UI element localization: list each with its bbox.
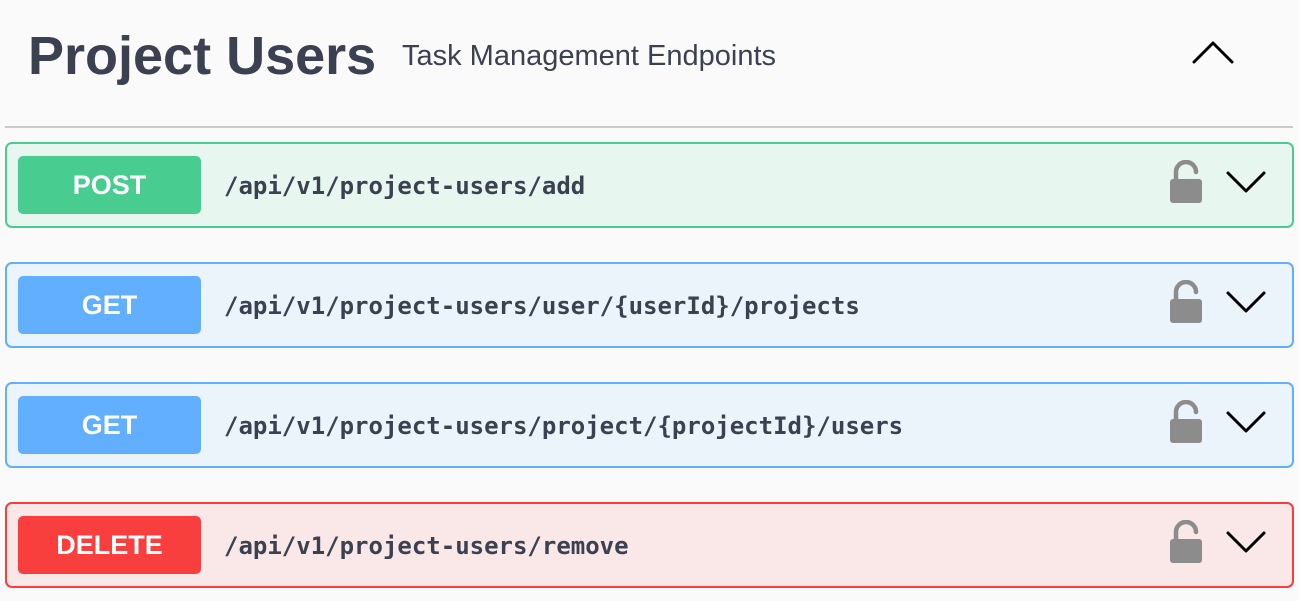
section-title: Project Users (28, 26, 377, 86)
lock-icon[interactable] (1167, 160, 1205, 204)
endpoint-path[interactable]: /api/v1/project-users/remove (224, 526, 629, 566)
chevron-down-icon[interactable] (1223, 284, 1269, 320)
lock-icon[interactable] (1167, 520, 1205, 564)
endpoint-path[interactable]: /api/v1/project-users/add (224, 166, 585, 206)
section-header[interactable]: Project Users Task Management Endpoints (5, 0, 1293, 128)
endpoint-path[interactable]: /api/v1/project-users/user/{userId}/proj… (224, 286, 860, 326)
method-badge[interactable]: POST (18, 156, 201, 214)
endpoint-delete-remove[interactable]: DELETE /api/v1/project-users/remove (5, 502, 1294, 588)
endpoint-path[interactable]: /api/v1/project-users/project/{projectId… (224, 406, 903, 446)
collapse-button[interactable] (1185, 30, 1241, 74)
method-badge[interactable]: GET (18, 276, 201, 334)
endpoint-post-add[interactable]: POST /api/v1/project-users/add (5, 142, 1294, 228)
section-description: Task Management Endpoints (402, 40, 776, 72)
chevron-down-icon[interactable] (1223, 524, 1269, 560)
method-badge[interactable]: GET (18, 396, 201, 454)
chevron-down-icon[interactable] (1223, 164, 1269, 200)
method-badge[interactable]: DELETE (18, 516, 201, 574)
chevron-up-icon (1192, 41, 1234, 64)
lock-icon[interactable] (1167, 400, 1205, 444)
endpoint-get-project-users[interactable]: GET /api/v1/project-users/project/{proje… (5, 382, 1294, 468)
chevron-down-icon[interactable] (1223, 404, 1269, 440)
endpoint-get-user-projects[interactable]: GET /api/v1/project-users/user/{userId}/… (5, 262, 1294, 348)
lock-icon[interactable] (1167, 280, 1205, 324)
